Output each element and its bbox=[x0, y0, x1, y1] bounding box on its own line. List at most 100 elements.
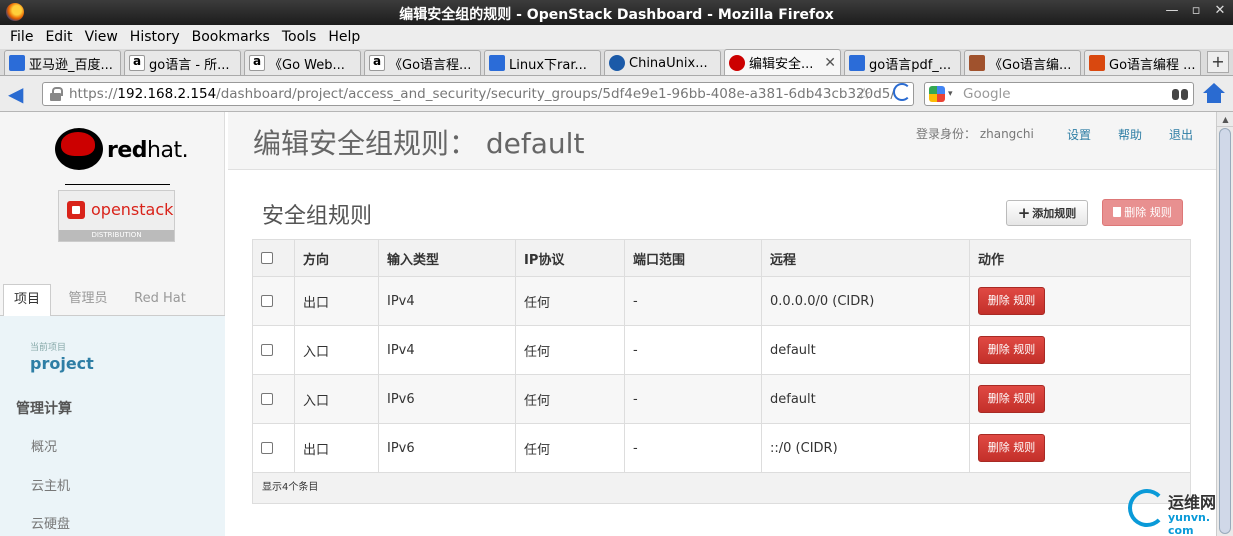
sidebar-item-volumes[interactable]: 云硬盘 bbox=[31, 513, 70, 532]
divider bbox=[65, 184, 170, 185]
add-rule-button[interactable]: + 添加规则 bbox=[1006, 200, 1088, 226]
row-checkbox[interactable] bbox=[261, 393, 273, 405]
window-title: 编辑安全组的规则 - OpenStack Dashboard - Mozilla… bbox=[399, 7, 834, 23]
watermark-url: yunvn. com bbox=[1168, 511, 1211, 536]
cell-remote: default bbox=[761, 374, 970, 424]
url-input[interactable]: https://192.168.2.154/dashboard/project/… bbox=[42, 82, 914, 106]
row-checkbox[interactable] bbox=[261, 442, 273, 454]
cell-ether-type: IPv6 bbox=[378, 423, 516, 473]
menu-tools[interactable]: Tools bbox=[276, 29, 323, 45]
scrollbar-thumb[interactable] bbox=[1219, 128, 1231, 534]
menu-history[interactable]: History bbox=[124, 29, 186, 45]
browser-tab-active[interactable]: 编辑安全... ✕ bbox=[724, 49, 841, 75]
browser-tab[interactable]: 《Go语言程... bbox=[364, 50, 481, 75]
user-label: 登录身份： zhangchi bbox=[916, 127, 1034, 141]
page-header: 编辑安全组规则： default 登录身份： zhangchi 设置 帮助 退出 bbox=[228, 112, 1216, 170]
openstack-logo: openstack DISTRIBUTION bbox=[58, 190, 175, 242]
column-direction[interactable]: 方向 bbox=[294, 239, 379, 277]
select-all-checkbox[interactable] bbox=[261, 252, 273, 264]
delete-rule-button[interactable]: 删除 规则 bbox=[978, 385, 1045, 413]
minimize-button[interactable]: — bbox=[1165, 3, 1179, 18]
logout-link[interactable]: 退出 bbox=[1169, 126, 1193, 143]
paw-icon bbox=[489, 55, 505, 71]
distribution-label: DISTRIBUTION bbox=[59, 230, 174, 241]
lock-icon bbox=[50, 87, 63, 101]
scroll-up-icon[interactable]: ▲ bbox=[1217, 112, 1233, 127]
new-tab-button[interactable]: + bbox=[1207, 51, 1229, 73]
page-scrollbar[interactable]: ▲ bbox=[1216, 112, 1233, 536]
tab-bar: 亚马逊_百度... go语言 - 所... 《Go Web... 《Go语言程.… bbox=[0, 49, 1233, 76]
search-input[interactable]: ▾ Google bbox=[924, 82, 1194, 106]
brand-hat: hat. bbox=[147, 138, 189, 163]
table-header-row: 方向 输入类型 IP协议 端口范围 远程 动作 bbox=[252, 239, 1191, 277]
menu-help[interactable]: Help bbox=[322, 29, 366, 45]
reload-icon[interactable] bbox=[893, 83, 911, 101]
close-tab-icon[interactable]: ✕ bbox=[824, 55, 836, 71]
browser-tab[interactable]: 《Go Web... bbox=[244, 50, 361, 75]
tab-project[interactable]: 项目 bbox=[3, 284, 51, 317]
redhat-logo[interactable]: redhat. bbox=[55, 126, 189, 176]
column-actions: 动作 bbox=[969, 239, 1191, 277]
openstack-text: openstack bbox=[91, 200, 174, 219]
help-link[interactable]: 帮助 bbox=[1118, 126, 1142, 143]
url-path: /dashboard/project/access_and_security/s… bbox=[216, 86, 895, 102]
cell-direction: 入口 bbox=[294, 374, 379, 424]
delete-rule-button[interactable]: 删除 规则 bbox=[978, 287, 1045, 315]
settings-link[interactable]: 设置 bbox=[1067, 126, 1091, 143]
column-ip-protocol[interactable]: IP协议 bbox=[515, 239, 625, 277]
cell-remote: ::/0 (CIDR) bbox=[761, 423, 970, 473]
menu-file[interactable]: File bbox=[4, 29, 39, 45]
column-ether-type[interactable]: 输入类型 bbox=[378, 239, 516, 277]
cell-port-range: - bbox=[624, 276, 762, 326]
browser-tab[interactable]: Go语言编程 ... bbox=[1084, 50, 1201, 75]
watermark: 运维网 yunvn. com bbox=[1128, 487, 1228, 536]
search-placeholder: Google bbox=[963, 86, 1011, 102]
column-remote[interactable]: 远程 bbox=[761, 239, 970, 277]
browser-tab[interactable]: go语言 - 所... bbox=[124, 50, 241, 75]
row-checkbox[interactable] bbox=[261, 295, 273, 307]
column-port-range[interactable]: 端口范围 bbox=[624, 239, 762, 277]
browser-tab[interactable]: 亚马逊_百度... bbox=[4, 50, 121, 75]
amazon-icon bbox=[249, 54, 265, 71]
menu-bookmarks[interactable]: Bookmarks bbox=[186, 29, 276, 45]
google-icon[interactable] bbox=[929, 86, 945, 102]
redhat-icon bbox=[729, 54, 745, 71]
maximize-button[interactable]: ▫ bbox=[1189, 3, 1203, 18]
amazon-icon bbox=[129, 54, 145, 71]
amazon-icon bbox=[369, 54, 385, 71]
delete-rule-button[interactable]: 删除 规则 bbox=[978, 434, 1045, 462]
delete-rule-button[interactable]: 删除 规则 bbox=[978, 336, 1045, 364]
sidebar-item-instances[interactable]: 云主机 bbox=[31, 475, 70, 494]
select-all-cell bbox=[252, 239, 295, 277]
menu-edit[interactable]: Edit bbox=[39, 29, 78, 45]
current-project[interactable]: project bbox=[30, 354, 94, 373]
browser-tab[interactable]: 《Go语言编... bbox=[964, 50, 1081, 75]
home-icon[interactable] bbox=[1203, 83, 1225, 105]
sidebar-nav: 当前项目 project 管理计算 概况 云主机 云硬盘 bbox=[0, 316, 225, 536]
bookmark-star-icon[interactable]: ☆ bbox=[857, 84, 871, 103]
binoculars-icon[interactable] bbox=[1171, 86, 1189, 102]
browser-tab[interactable]: Linux下rar... bbox=[484, 50, 601, 75]
back-arrow-icon[interactable]: ◀ bbox=[8, 83, 32, 105]
window-titlebar: 编辑安全组的规则 - OpenStack Dashboard - Mozilla… bbox=[0, 0, 1233, 25]
delete-rules-button[interactable]: 删除 规则 bbox=[1102, 199, 1183, 226]
sidebar-item-overview[interactable]: 概况 bbox=[31, 436, 57, 455]
table-row: 出口 IPv4 任何 - 0.0.0.0/0 (CIDR) 删除 规则 bbox=[252, 276, 1191, 326]
row-checkbox[interactable] bbox=[261, 344, 273, 356]
menu-view[interactable]: View bbox=[79, 29, 124, 45]
tab-admin[interactable]: 管理员 bbox=[60, 284, 116, 317]
tab-redhat[interactable]: Red Hat bbox=[130, 284, 190, 317]
plus-icon: + bbox=[1017, 204, 1031, 222]
brand-red: red bbox=[107, 138, 148, 163]
browser-tab[interactable]: go语言pdf_... bbox=[844, 50, 961, 75]
cell-ip-protocol: 任何 bbox=[515, 374, 625, 424]
chevron-down-icon[interactable]: ▾ bbox=[948, 83, 953, 105]
watermark-name: 运维网 bbox=[1168, 493, 1217, 512]
cell-port-range: - bbox=[624, 423, 762, 473]
rules-table: 方向 输入类型 IP协议 端口范围 远程 动作 出口 IPv4 任何 - 0.0… bbox=[252, 239, 1191, 473]
close-window-button[interactable]: ✕ bbox=[1213, 3, 1227, 18]
table-footer: 显示4个条目 bbox=[252, 473, 1191, 504]
cell-ether-type: IPv4 bbox=[378, 276, 516, 326]
table-row: 入口 IPv4 任何 - default 删除 规则 bbox=[252, 325, 1191, 375]
browser-tab[interactable]: ChinaUnix... bbox=[604, 50, 721, 75]
